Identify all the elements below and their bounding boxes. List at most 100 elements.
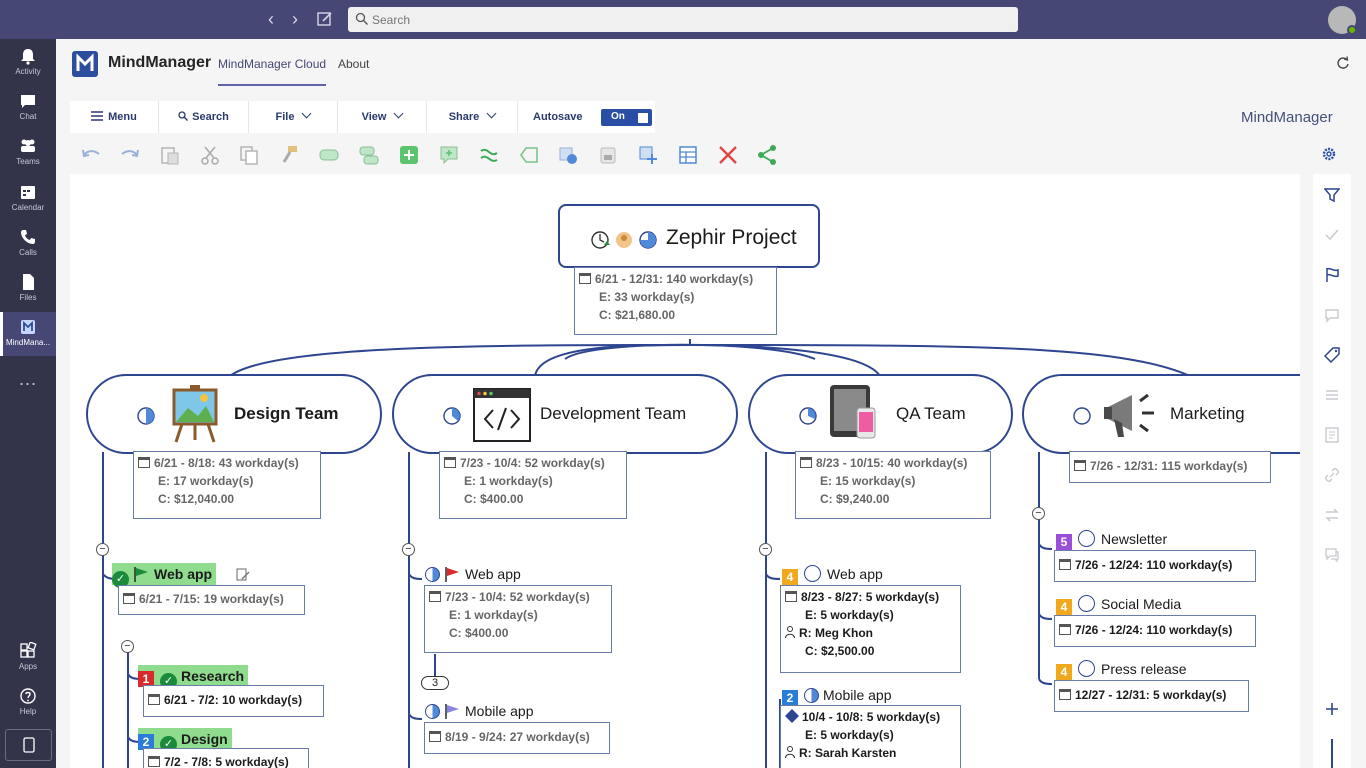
back-arrow-icon[interactable]: ‹: [268, 10, 274, 28]
collapse-toggle[interactable]: −: [96, 543, 109, 556]
branch-marketing[interactable]: Marketing: [1022, 374, 1300, 454]
circle-icon: [1078, 660, 1095, 677]
info-line: 8/19 - 9/24: 27 workday(s): [445, 730, 590, 744]
tab-about[interactable]: About: [338, 57, 369, 71]
search-menu-button[interactable]: Search: [159, 101, 249, 133]
flag-icon[interactable]: [1324, 267, 1340, 283]
branch-design-team[interactable]: Design Team: [86, 374, 382, 454]
info-line: E: 17 workday(s): [158, 474, 254, 488]
comment-icon[interactable]: [1324, 307, 1340, 323]
add-floating-topic-icon[interactable]: [398, 144, 420, 166]
chat-bubble-icon[interactable]: [1324, 547, 1340, 563]
info-line: 7/26 - 12/31: 115 workday(s): [1090, 459, 1248, 473]
format-painter-icon[interactable]: [278, 144, 300, 166]
share-menu[interactable]: Share: [427, 101, 518, 133]
file-menu[interactable]: File: [249, 101, 338, 133]
collapse-toggle[interactable]: −: [1032, 507, 1045, 520]
collapse-toggle[interactable]: −: [759, 543, 772, 556]
calendar-icon: [138, 457, 150, 468]
calendar-icon: [800, 457, 812, 468]
rail-item-chat[interactable]: Chat: [0, 86, 56, 130]
add-callout-icon[interactable]: [438, 144, 460, 166]
link-icon[interactable]: [1324, 467, 1340, 483]
insert-shape-icon[interactable]: [637, 144, 659, 166]
subtopic-mobile-app[interactable]: Mobile app: [425, 700, 534, 722]
subtopic-web-app[interactable]: 4 Web app: [782, 563, 883, 585]
tablet-phone-icon: [830, 385, 876, 439]
subtopic-info: 6/21 - 7/2: 10 workday(s): [143, 685, 324, 717]
rail-item-teams[interactable]: Teams: [0, 131, 56, 175]
boundary-icon[interactable]: [518, 144, 540, 166]
device-button[interactable]: [5, 729, 52, 761]
search-input[interactable]: [372, 10, 992, 29]
rail-item-calls[interactable]: Calls: [0, 222, 56, 266]
delete-icon[interactable]: [717, 144, 739, 166]
paste-icon[interactable]: [159, 144, 181, 166]
rail-item-activity[interactable]: Activity: [0, 41, 56, 85]
refresh-icon[interactable]: [1336, 56, 1350, 70]
subtopic-press-release[interactable]: 4 Press release: [1056, 658, 1187, 680]
tag-icon[interactable]: [1324, 347, 1340, 363]
menu-button[interactable]: Menu: [70, 101, 159, 133]
app-name: MindManager: [108, 54, 212, 71]
add-subtopic-icon[interactable]: [358, 144, 380, 166]
add-topic-icon[interactable]: [318, 144, 340, 166]
relationship-arrows-icon[interactable]: [1324, 507, 1340, 523]
rail-item-calendar[interactable]: Calendar: [0, 177, 56, 221]
subtopic-design[interactable]: 2 ✓ Design: [138, 728, 232, 753]
rail-item-mindmanager[interactable]: MindMana...: [0, 312, 56, 356]
subtopic-web-app[interactable]: Web app: [425, 563, 521, 585]
table-icon[interactable]: [677, 144, 699, 166]
tab-mindmanager-cloud[interactable]: MindManager Cloud: [218, 57, 327, 86]
info-line: R: Sarah Karsten: [799, 746, 897, 760]
compose-icon[interactable]: [317, 11, 333, 27]
list-icon[interactable]: [1324, 387, 1340, 403]
insert-image-icon[interactable]: [557, 144, 579, 166]
rail-item-help[interactable]: Help: [0, 681, 56, 725]
view-menu[interactable]: View: [338, 101, 427, 133]
undo-icon[interactable]: [80, 144, 102, 166]
subtopic-social-media[interactable]: 4 Social Media: [1056, 593, 1181, 615]
subtopic-title: Newsletter: [1101, 531, 1168, 547]
notes-icon[interactable]: [1324, 427, 1340, 443]
task-check-icon[interactable]: [1324, 227, 1340, 243]
add-icon[interactable]: [1324, 701, 1340, 717]
collapse-toggle[interactable]: −: [121, 640, 134, 653]
attachment-icon[interactable]: [597, 144, 619, 166]
filter-icon[interactable]: [1324, 187, 1340, 203]
search-bar[interactable]: [348, 7, 1018, 32]
autosave-toggle[interactable]: On: [601, 109, 652, 126]
menu-bar: Menu Search File View Share Autosave On: [70, 101, 655, 133]
relationship-icon[interactable]: [478, 144, 500, 166]
redo-icon[interactable]: [119, 144, 141, 166]
forward-arrow-icon[interactable]: ›: [292, 10, 298, 28]
settings-gear-icon[interactable]: [1321, 146, 1337, 162]
share-icon[interactable]: [756, 144, 778, 166]
subtopic-research[interactable]: 1 ✓ Research: [138, 665, 249, 690]
rail-item-files[interactable]: Files: [0, 267, 56, 311]
more-apps-icon[interactable]: ...: [0, 369, 56, 390]
mind-map-canvas[interactable]: Zephir Project 6/21 - 12/31: 140 workday…: [70, 174, 1300, 768]
calendar-icon: [148, 756, 160, 767]
avatar[interactable]: [1328, 6, 1357, 35]
subtopic-web-app[interactable]: ✓ Web app: [112, 563, 217, 588]
file-label: File: [275, 111, 295, 123]
copy-icon[interactable]: [238, 144, 260, 166]
teams-left-rail: Activity Chat Teams Calendar Calls Files…: [0, 39, 56, 768]
subtopic-info: 8/19 - 9/24: 27 workday(s): [424, 722, 610, 754]
collapse-toggle[interactable]: −: [402, 543, 415, 556]
edit-note-icon[interactable]: [236, 568, 250, 582]
subtopic-mobile-app[interactable]: 2 Mobile app: [782, 684, 892, 706]
central-topic[interactable]: Zephir Project: [558, 204, 820, 268]
bell-icon: [21, 49, 35, 65]
rail-item-apps[interactable]: Apps: [0, 636, 56, 680]
cut-icon[interactable]: [199, 144, 221, 166]
green-flag-icon: [134, 567, 148, 582]
person-icon: [785, 626, 795, 638]
subtopic-newsletter[interactable]: 5 Newsletter: [1056, 528, 1167, 550]
subtopic-info: 8/23 - 8/27: 5 workday(s) E: 5 workday(s…: [780, 585, 961, 673]
branch-development-team[interactable]: Development Team: [392, 374, 738, 454]
count-badge[interactable]: 3: [421, 676, 449, 690]
branch-qa-team[interactable]: QA Team: [748, 374, 1013, 454]
rail-label: Calls: [19, 248, 37, 257]
